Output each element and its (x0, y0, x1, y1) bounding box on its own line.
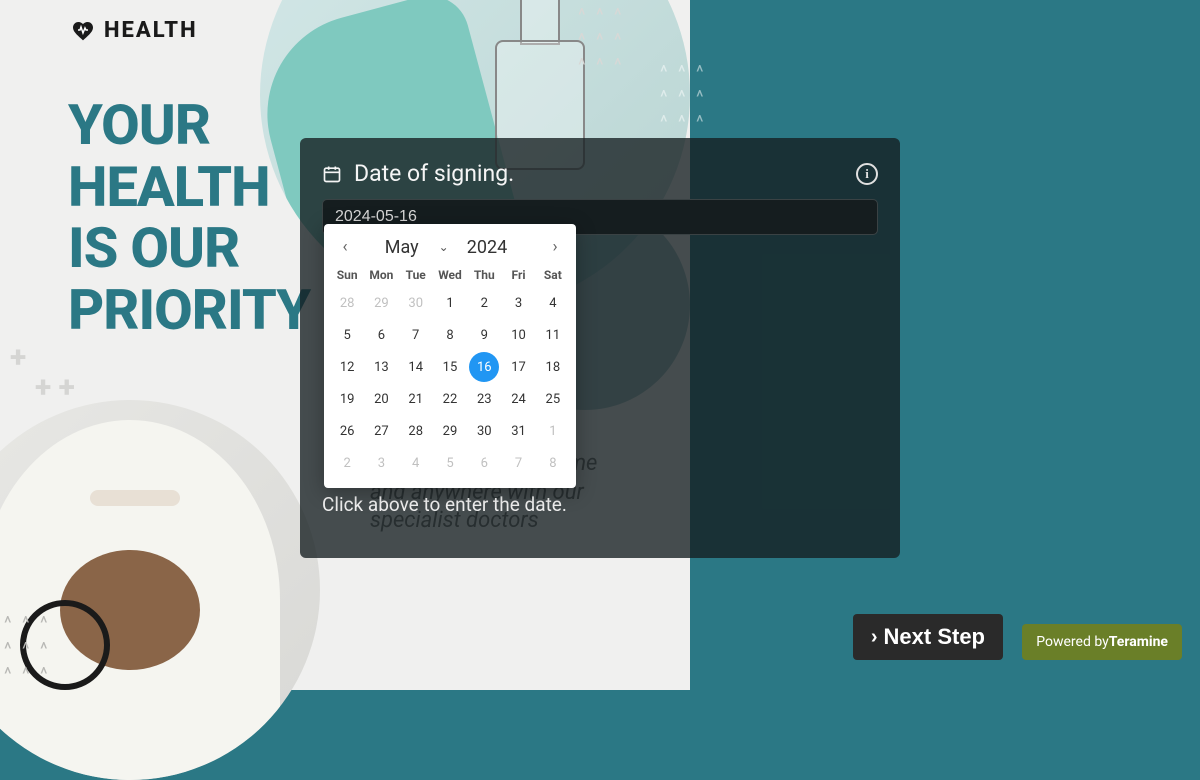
calendar-day[interactable]: 2 (469, 288, 499, 318)
calendar-day[interactable]: 9 (469, 320, 499, 350)
weekday-header: SunMonTueWedThuFriSat (324, 262, 576, 288)
weekday-label: Sun (330, 264, 364, 286)
month-label: May (385, 237, 419, 258)
calendar-day[interactable]: 1 (538, 416, 568, 446)
year-label[interactable]: 2024 (467, 237, 507, 258)
modal-hint: Click above to enter the date. (322, 493, 878, 516)
calendar-day[interactable]: 12 (332, 352, 362, 382)
modal-header: Date of signing. i (322, 160, 878, 187)
calendar-day[interactable]: 7 (504, 448, 534, 478)
chevron-decoration: ^ ^ ^^ ^ ^^ ^ ^ (578, 3, 625, 79)
calendar-day[interactable]: 20 (366, 384, 396, 414)
chevron-down-icon: ⌄ (439, 240, 449, 254)
weekday-label: Sat (536, 264, 570, 286)
calendar-popup: ‹ May ⌄ 2024 › SunMonTueWedThuFriSat 282… (324, 224, 576, 488)
info-icon[interactable]: i (856, 163, 878, 185)
next-month-button[interactable]: › (544, 236, 566, 258)
calendar-day[interactable]: 14 (401, 352, 431, 382)
next-step-button[interactable]: › Next Step (853, 614, 1003, 660)
chevron-decoration: ^ ^ ^^ ^ ^^ ^ ^ (4, 611, 51, 687)
calendar-day[interactable]: 2 (332, 448, 362, 478)
powered-prefix: Powered by (1036, 634, 1109, 650)
next-step-label: Next Step (884, 624, 985, 650)
logo: HEALTH (70, 18, 198, 43)
calendar-day[interactable]: 24 (504, 384, 534, 414)
calendar-day[interactable]: 31 (504, 416, 534, 446)
calendar-day[interactable]: 15 (435, 352, 465, 382)
calendar-day[interactable]: 28 (401, 416, 431, 446)
headline-line: HEALTH (68, 157, 310, 219)
calendar-day[interactable]: 3 (504, 288, 534, 318)
calendar-day[interactable]: 26 (332, 416, 362, 446)
calendar-day[interactable]: 8 (538, 448, 568, 478)
powered-by-badge[interactable]: Powered byTeramine (1022, 624, 1182, 660)
calendar-day[interactable]: 30 (401, 288, 431, 318)
powered-brand: Teramine (1109, 634, 1168, 650)
calendar-day[interactable]: 29 (435, 416, 465, 446)
headline-line: IS OUR (68, 218, 310, 280)
page-headline: YOUR HEALTH IS OUR PRIORITY (68, 95, 310, 341)
calendar-day[interactable]: 4 (401, 448, 431, 478)
calendar-day[interactable]: 21 (401, 384, 431, 414)
calendar-day[interactable]: 13 (366, 352, 396, 382)
calendar-day[interactable]: 1 (435, 288, 465, 318)
calendar-nav: ‹ May ⌄ 2024 › (324, 230, 576, 262)
heart-pulse-icon (70, 19, 96, 43)
calendar-day[interactable]: 10 (504, 320, 534, 350)
calendar-day[interactable]: 19 (332, 384, 362, 414)
logo-text: HEALTH (104, 18, 198, 43)
calendar-icon (322, 164, 342, 184)
calendar-day[interactable]: 5 (435, 448, 465, 478)
calendar-day[interactable]: 25 (538, 384, 568, 414)
chevron-right-icon: › (871, 626, 878, 649)
calendar-day[interactable]: 23 (469, 384, 499, 414)
calendar-day[interactable]: 6 (469, 448, 499, 478)
modal-title: Date of signing. (354, 160, 514, 187)
plus-decoration: + + (35, 370, 75, 405)
weekday-label: Mon (364, 264, 398, 286)
calendar-day[interactable]: 16 (469, 352, 499, 382)
headline-line: YOUR (68, 95, 310, 157)
calendar-day[interactable]: 5 (332, 320, 362, 350)
calendar-day[interactable]: 4 (538, 288, 568, 318)
calendar-day[interactable]: 11 (538, 320, 568, 350)
calendar-day[interactable]: 29 (366, 288, 396, 318)
calendar-day[interactable]: 7 (401, 320, 431, 350)
calendar-day[interactable]: 3 (366, 448, 396, 478)
weekday-label: Fri (501, 264, 535, 286)
calendar-days-grid: 2829301234567891011121314151617181920212… (324, 288, 576, 478)
prev-month-button[interactable]: ‹ (334, 236, 356, 258)
headline-line: PRIORITY (68, 280, 310, 342)
weekday-label: Tue (399, 264, 433, 286)
month-select[interactable]: May ⌄ (385, 237, 449, 258)
weekday-label: Thu (467, 264, 501, 286)
plus-decoration: + (10, 340, 26, 375)
calendar-day[interactable]: 28 (332, 288, 362, 318)
chevron-decoration: ^ ^ ^^ ^ ^^ ^ ^ (660, 60, 707, 136)
calendar-day[interactable]: 27 (366, 416, 396, 446)
calendar-day[interactable]: 22 (435, 384, 465, 414)
calendar-day[interactable]: 30 (469, 416, 499, 446)
calendar-day[interactable]: 18 (538, 352, 568, 382)
weekday-label: Wed (433, 264, 467, 286)
calendar-day[interactable]: 6 (366, 320, 396, 350)
calendar-day[interactable]: 17 (504, 352, 534, 382)
calendar-day[interactable]: 8 (435, 320, 465, 350)
